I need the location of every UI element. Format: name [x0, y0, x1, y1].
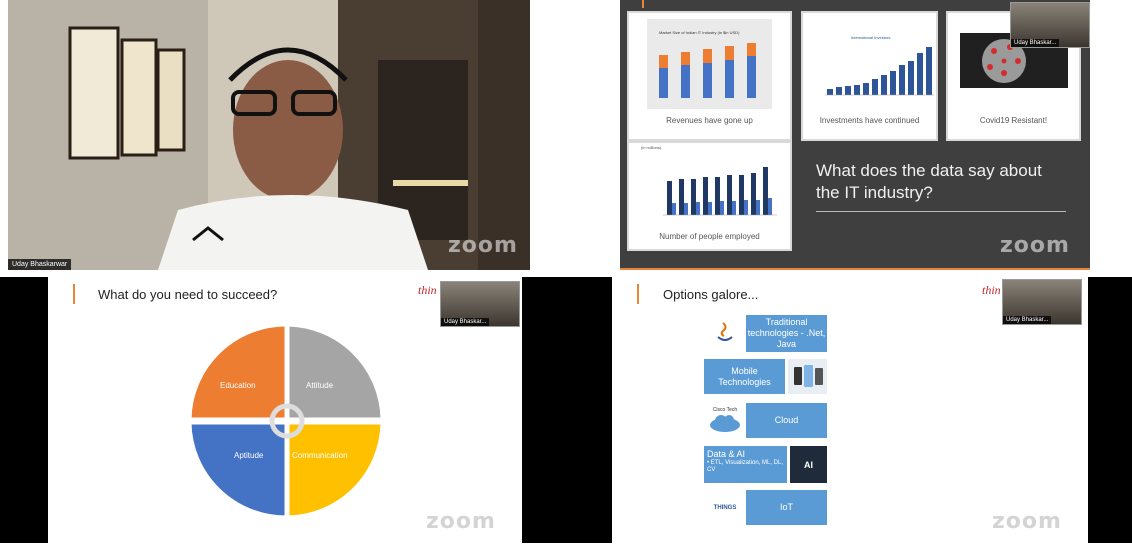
- ai-icon: AI: [790, 446, 827, 483]
- option-iot: IoT: [746, 490, 827, 525]
- zoom-watermark: zoom: [992, 509, 1062, 534]
- option-cloud: Cloud: [746, 403, 827, 438]
- zoom-watermark: zoom: [1000, 233, 1070, 258]
- iot-icon: THINGS: [704, 490, 746, 525]
- card-revenues: Market Size of Indian IT Industry (in $i…: [627, 11, 792, 141]
- slide-accent-bar: [642, 0, 644, 8]
- participant-name: Uday Bhaskarwar: [8, 259, 72, 270]
- label-communication: Communication: [292, 451, 348, 460]
- quadrant-aptitude: [188, 421, 288, 519]
- zoom-watermark: zoom: [426, 509, 496, 534]
- presenter-thumbnail[interactable]: Uday Bhaskar...: [1010, 2, 1090, 48]
- thumbnail-name: Uday Bhaskar...: [441, 318, 490, 326]
- video-tile-speaker[interactable]: Uday Bhaskarwar zoom: [8, 0, 530, 270]
- thumbnail-name: Uday Bhaskar...: [1003, 316, 1052, 324]
- video-tile-slide-data[interactable]: Market Size of Indian IT Industry (in $i…: [620, 0, 1090, 270]
- revenue-chart-title: Market Size of Indian IT Industry (in $i…: [659, 30, 740, 35]
- investment-chart: [825, 47, 934, 96]
- cloud-icon: Cisco Tech: [704, 403, 746, 437]
- slide-headline: What does the data say about the IT indu…: [816, 161, 1042, 202]
- video-tile-slide-options[interactable]: Options galore... thin Traditional techn…: [612, 277, 1088, 543]
- java-icon: [704, 315, 746, 349]
- headline-underline: [816, 211, 1066, 212]
- card-investments: International Investors Investments have…: [801, 11, 938, 141]
- presenter-thumbnail[interactable]: Uday Bhaskar...: [440, 281, 520, 327]
- option-data-ai: Data & AI • ETL, Visualization, ML, DL, …: [704, 446, 787, 483]
- letterbox-middle: [522, 277, 612, 543]
- revenue-chart: [647, 19, 772, 109]
- card-caption-investments: Investments have continued: [819, 116, 920, 125]
- label-education: Education: [220, 381, 256, 390]
- card-caption-covid: Covid19 Resistant!: [979, 116, 1048, 125]
- label-attitude: Attitude: [306, 381, 334, 390]
- zoom-watermark: zoom: [448, 233, 518, 258]
- quadrant-education: [188, 323, 288, 421]
- phones-icon: [788, 359, 827, 394]
- label-aptitude: Aptitude: [234, 451, 264, 460]
- quadrant-communication: [286, 421, 384, 519]
- video-tile-slide-success[interactable]: What do you need to succeed? thin Educat…: [48, 277, 522, 543]
- investment-chart-title: International Investors: [851, 35, 891, 40]
- option-traditional: Traditional technologies - .Net, Java: [746, 315, 827, 352]
- slide-bottom-bar: [620, 268, 1090, 270]
- option-data-ai-label: Data & AI: [707, 449, 746, 459]
- zoom-gallery: Uday Bhaskarwar zoom Market Size of Indi…: [0, 0, 1132, 544]
- employment-chart: [663, 167, 777, 216]
- card-caption-employed: Number of people employed: [659, 232, 760, 241]
- letterbox-left: [0, 277, 48, 543]
- letterbox-right: [1088, 277, 1132, 543]
- camera-scene: [8, 0, 530, 270]
- slide-accent-bar: [637, 284, 639, 304]
- option-mobile: Mobile Technologies: [704, 359, 785, 394]
- option-data-ai-sub: • ETL, Visualization, ML, DL, CV: [707, 459, 784, 473]
- slide-title: Options galore...: [663, 287, 759, 302]
- thumbnail-name: Uday Bhaskar...: [1011, 39, 1060, 47]
- card-caption-revenues: Revenues have gone up: [666, 116, 753, 125]
- presenter-thumbnail[interactable]: Uday Bhaskar...: [1002, 279, 1082, 325]
- employment-chart-title: (in millions): [641, 145, 662, 150]
- brand-logo: thin: [982, 283, 1001, 297]
- card-employed: (in millions) Number of people employed: [627, 141, 792, 251]
- quadrant-attitude: [286, 323, 384, 421]
